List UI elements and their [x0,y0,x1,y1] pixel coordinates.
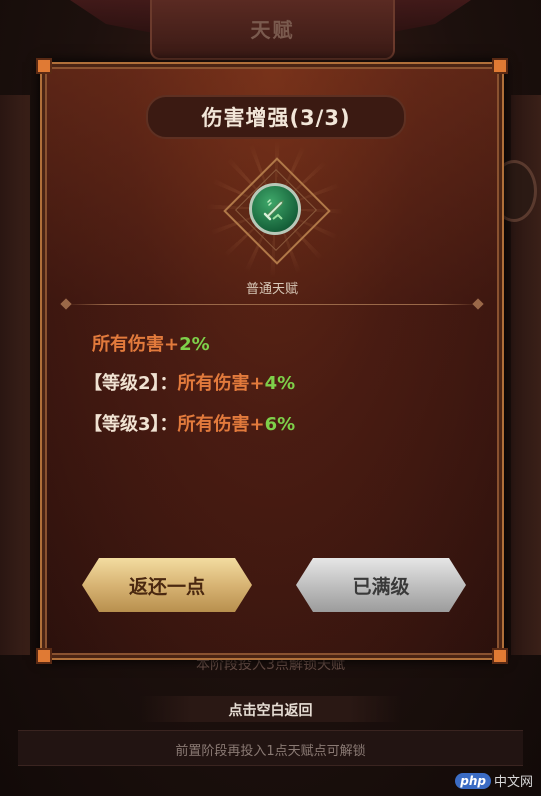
site-watermark: php 中文网 [455,771,533,790]
corner-ornament [492,648,508,664]
sword-glyph [263,199,284,221]
talent-emblem [205,139,345,279]
screen-title: 天赋 [250,18,295,42]
section-divider [66,304,478,305]
talent-type-label: 普通天赋 [245,282,298,297]
talent-detail-dialog: 伤害增强(3/3) 普通天赋 所有伤害+2% 【等级2】：所有伤害+4% 【等级… [36,58,508,664]
return-point-button[interactable]: 返还一点 [82,558,252,612]
screen-title-banner: 天赋 [150,0,395,60]
effect-name: 所有伤害+ [92,334,180,355]
talent-title-plate: 伤害增强(3/3) [146,95,406,139]
divider-end-ornament [60,298,72,310]
corner-ornament [492,58,508,74]
effect-name: 所有伤害+ [177,414,265,435]
effect-line-level-3: 【等级3】：所有伤害+6% [84,410,295,436]
corner-ornament [36,58,52,74]
effect-value: 4% [264,373,296,394]
background-side-left [0,95,30,655]
effect-name: 所有伤害+ [177,373,265,394]
effect-level-tag: 【等级2】： [84,373,178,394]
effect-value: 2% [179,334,210,355]
return-point-label: 返还一点 [128,575,205,598]
watermark-badge: php [455,772,491,789]
tap-blank-to-return-hint: 点击空白返回 [228,703,313,719]
effect-line-level-2: 【等级2】：所有伤害+4% [84,369,295,395]
talent-title: 伤害增强(3/3) [201,106,351,130]
crossed-swords-icon [249,183,301,235]
max-level-label: 已满级 [352,575,410,598]
unlock-hint-text: 前置阶段再投入1点天赋点可解锁 [175,744,366,759]
effect-line-level-1: 所有伤害+2% [92,330,210,356]
watermark-text: 中文网 [493,775,533,790]
effect-value: 6% [264,414,296,435]
effect-level-tag: 【等级3】： [84,414,178,435]
corner-ornament [36,648,52,664]
divider-end-ornament [472,298,484,310]
max-level-button[interactable]: 已满级 [296,558,466,612]
